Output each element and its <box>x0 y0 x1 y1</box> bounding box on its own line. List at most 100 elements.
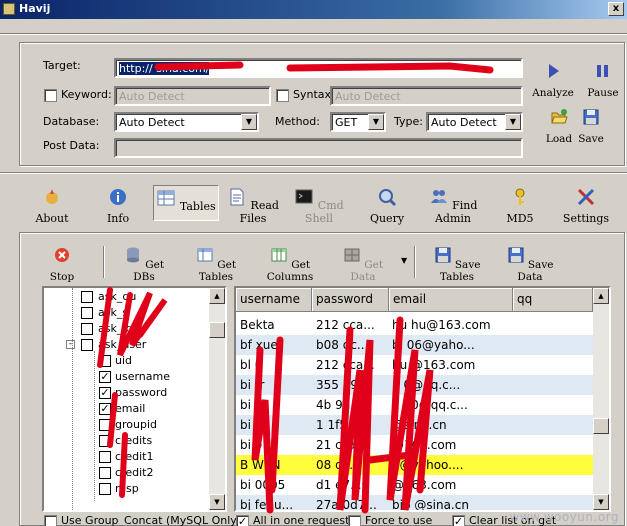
table-row[interactable]: Bekta 212 cca... hu hu@163.com <box>236 315 593 335</box>
data-grid[interactable]: username password email qq Bekta 212 cca… <box>234 286 611 512</box>
column-checkbox[interactable] <box>99 419 111 431</box>
table-checkbox[interactable] <box>81 323 93 335</box>
close-button[interactable]: x <box>608 2 624 16</box>
load-button[interactable]: Load <box>542 108 576 145</box>
get-data-dropdown-icon[interactable]: ▼ <box>401 256 407 265</box>
group-concat-checkbox[interactable] <box>44 515 57 526</box>
scroll-down-icon[interactable]: ▼ <box>593 494 609 510</box>
table-checkbox[interactable] <box>81 291 93 303</box>
tree-table-item[interactable]: ask_ g <box>98 322 133 335</box>
table-checkbox[interactable] <box>81 339 93 351</box>
tree-column-item[interactable]: uid <box>115 354 132 367</box>
tree-table-item[interactable]: ask_qu <box>98 290 136 303</box>
chevron-down-icon[interactable]: ▼ <box>505 114 521 130</box>
all-in-one-checkbox[interactable]: ✓ <box>236 515 249 526</box>
database-select[interactable]: Auto Detect ▼ <box>114 112 259 132</box>
post-data-input[interactable] <box>114 138 523 158</box>
column-header[interactable]: username <box>236 288 312 312</box>
column-checkbox-checked[interactable]: ✓ <box>99 371 111 383</box>
table-row[interactable]: bi 0005 d1 e7... @163.com <box>236 475 593 495</box>
scroll-down-icon[interactable]: ▼ <box>209 494 225 510</box>
table-row[interactable]: bi u 4b 9d... 1 20@qq.c... <box>236 395 593 415</box>
cell-password: d1 e7... <box>316 478 362 492</box>
clear-list-checkbox[interactable]: ✓ <box>452 515 465 526</box>
cell-username: bi 0005 <box>240 478 286 492</box>
scroll-thumb[interactable] <box>593 418 609 434</box>
tree-column-item[interactable]: resp <box>115 482 139 495</box>
scroll-thumb[interactable] <box>209 322 225 338</box>
tree-column-item[interactable]: credit2 <box>115 466 153 479</box>
load-label: Load <box>545 133 573 145</box>
tree-table-item[interactable]: ask_user <box>98 338 146 351</box>
column-checkbox[interactable] <box>99 483 111 495</box>
find-admin-button[interactable]: Find Admin <box>421 187 485 225</box>
scroll-up-icon[interactable]: ▲ <box>593 288 609 304</box>
grid-scrollbar[interactable]: ▲ ▼ <box>593 288 609 510</box>
query-button[interactable]: Query <box>368 187 406 225</box>
tree-scrollbar[interactable]: ▲ ▼ <box>209 288 225 510</box>
syntax-label: Syntax: <box>293 88 335 101</box>
tree-column-item[interactable]: password <box>115 386 167 399</box>
save-data-button[interactable]: Save Data <box>500 246 560 283</box>
pause-button[interactable]: Pause <box>582 62 624 99</box>
column-checkbox-checked[interactable]: ✓ <box>99 403 111 415</box>
chevron-down-icon[interactable]: ▼ <box>241 114 257 130</box>
cmd-shell-button[interactable]: Cmd Shell <box>290 187 348 225</box>
md5-button[interactable]: MD5 <box>505 187 535 225</box>
syntax-checkbox[interactable] <box>276 89 289 102</box>
column-checkbox-checked[interactable]: ✓ <box>99 387 111 399</box>
table-checkbox[interactable] <box>81 307 93 319</box>
chevron-down-icon[interactable]: ▼ <box>368 114 384 130</box>
stop-button[interactable]: Stop <box>47 246 77 283</box>
tree-column-item[interactable]: credits <box>115 434 152 447</box>
read-files-button[interactable]: Read Files <box>221 187 285 225</box>
column-header[interactable]: email <box>389 288 513 312</box>
db-tree-view[interactable]: ask_qu ask_s ask_ g - ask_user uid ✓ use… <box>42 286 227 512</box>
column-header[interactable]: qq <box>513 288 593 312</box>
save-tables-button[interactable]: Save Tables <box>422 246 492 283</box>
column-header[interactable]: password <box>312 288 389 312</box>
save-button[interactable]: Save <box>578 108 604 145</box>
tree-collapse-icon[interactable]: - <box>66 340 75 349</box>
about-button[interactable]: About <box>30 187 74 225</box>
cell-email: bjb @sina.cn <box>392 498 469 512</box>
tree-column-item[interactable]: groupid <box>115 418 157 431</box>
syntax-input[interactable]: Auto Detect <box>330 86 523 106</box>
get-tables-button[interactable]: Get Tables <box>185 246 247 283</box>
analyze-label: Analyze <box>532 87 574 99</box>
get-columns-button[interactable]: Get Columns <box>255 246 325 283</box>
cell-password: 21 cca... <box>316 438 368 452</box>
analyze-button[interactable]: Analyze <box>530 62 576 99</box>
cell-username: bi tr <box>240 378 265 392</box>
cell-password: 08 dc... <box>316 458 361 472</box>
tree-column-item[interactable]: email <box>115 402 145 415</box>
keyword-input[interactable]: Auto Detect <box>114 86 271 106</box>
method-label: Method: <box>275 115 320 128</box>
post-data-label: Post Data: <box>43 139 100 152</box>
force-to-use-checkbox[interactable] <box>348 515 361 526</box>
table-row[interactable]: bi 0 1 1f5... @sina.cn <box>236 415 593 435</box>
table-row[interactable]: bi tr 355 79... 1 0@qq.c... <box>236 375 593 395</box>
tree-table-item[interactable]: ask_s <box>98 306 128 319</box>
tree-column-item[interactable]: username <box>115 370 170 383</box>
type-select[interactable]: Auto Detect ▼ <box>426 112 523 132</box>
scroll-up-icon[interactable]: ▲ <box>209 288 225 304</box>
column-checkbox[interactable] <box>99 355 111 367</box>
keyword-checkbox[interactable] <box>44 89 57 102</box>
get-dbs-button[interactable]: Get DBs <box>120 246 168 283</box>
method-select[interactable]: GET ▼ <box>330 112 386 132</box>
info-button[interactable]: Info <box>98 187 138 225</box>
target-url-input[interactable]: http:// sina.com/ <box>114 58 523 78</box>
column-checkbox[interactable] <box>99 451 111 463</box>
get-data-button[interactable]: Get Data <box>336 246 390 283</box>
settings-button[interactable]: Settings <box>560 187 612 225</box>
tables-button[interactable]: Tables <box>153 185 219 221</box>
table-row-selected[interactable]: B WEN 08 dc... 5@yahoo.... <box>236 455 593 475</box>
column-checkbox[interactable] <box>99 435 111 447</box>
table-row[interactable]: bl 0 212 cca... hu @163.com <box>236 355 593 375</box>
table-row[interactable]: bf xue b08 dc... bl 06@yaho... <box>236 335 593 355</box>
column-checkbox[interactable] <box>99 467 111 479</box>
tree-column-item[interactable]: credit1 <box>115 450 153 463</box>
cell-password: 212 cca... <box>316 358 375 372</box>
table-row[interactable]: bi 9 21 cca... @163.com <box>236 435 593 455</box>
